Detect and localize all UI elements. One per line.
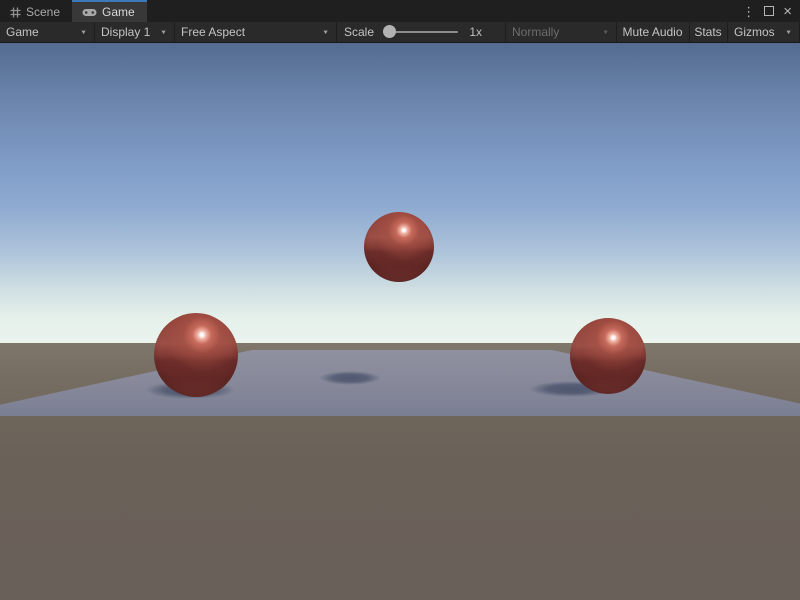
sky (0, 43, 800, 343)
game-viewport[interactable] (0, 43, 800, 600)
scale-label: Scale (344, 25, 374, 39)
left-sphere (154, 313, 238, 397)
toolbar-spacer (490, 22, 505, 42)
game-view-toolbar: Game ▼ Display 1 ▼ Free Aspect ▼ Scale 1… (0, 22, 800, 43)
tab-scene[interactable]: Scene (0, 0, 72, 22)
playmode-dropdown: Normally ▼ (505, 22, 617, 42)
center-sphere-shadow (319, 371, 381, 385)
scale-control: Scale 1x (337, 22, 490, 42)
close-icon[interactable]: × (783, 4, 792, 19)
tab-game[interactable]: Game (72, 0, 147, 22)
display-dropdown[interactable]: Display 1 ▼ (95, 22, 175, 42)
gizmos-dropdown[interactable]: Gizmos ▼ (728, 22, 800, 42)
chevron-down-icon: ▼ (785, 29, 792, 35)
grid-icon (10, 7, 21, 18)
right-sphere (570, 318, 646, 394)
scale-slider-knob[interactable] (383, 25, 396, 38)
tab-game-label: Game (102, 5, 135, 19)
chevron-down-icon: ▼ (322, 29, 329, 35)
aspect-ratio-dropdown[interactable]: Free Aspect ▼ (175, 22, 337, 42)
scale-slider-track[interactable] (388, 31, 458, 33)
tab-scene-label: Scene (26, 5, 60, 19)
chevron-down-icon: ▼ (80, 29, 87, 35)
window-controls: ⋮ × (742, 0, 800, 22)
game-mode-dropdown[interactable]: Game ▼ (0, 22, 95, 42)
scale-slider[interactable] (383, 22, 459, 42)
tab-bar: Scene Game ⋮ × (0, 0, 800, 22)
stats-button[interactable]: Stats (690, 22, 728, 42)
maximize-icon[interactable] (764, 6, 774, 16)
center-sphere (364, 212, 434, 282)
mute-audio-button[interactable]: Mute Audio (617, 22, 690, 42)
gamepad-icon (82, 8, 97, 17)
chevron-down-icon: ▼ (160, 29, 167, 35)
kebab-menu-icon[interactable]: ⋮ (742, 5, 755, 18)
ground-near (0, 416, 800, 600)
scale-value: 1x (469, 25, 482, 39)
chevron-down-icon: ▼ (602, 29, 609, 35)
